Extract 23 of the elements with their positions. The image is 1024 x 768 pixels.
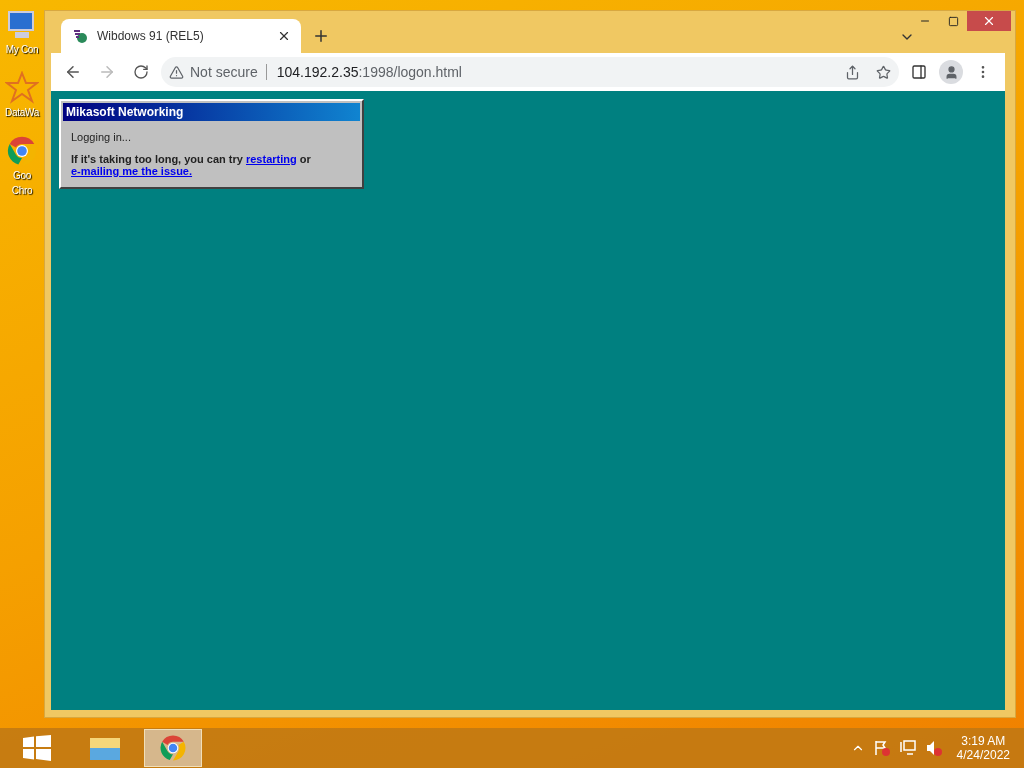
restart-link[interactable]: restarting <box>245 153 297 165</box>
windows-logo-icon <box>23 735 51 761</box>
chrome-icon <box>158 733 188 763</box>
network-icon[interactable] <box>898 739 917 757</box>
warning-icon <box>169 64 184 80</box>
email-link[interactable]: e-mailing me the issue. <box>71 165 193 177</box>
flag-icon[interactable] <box>872 739 891 757</box>
status-text: Logging in... <box>71 131 132 143</box>
security-label: Not secure <box>190 64 267 80</box>
browser-tab[interactable]: Wibdows 91 (REL5) <box>61 19 301 53</box>
speaker-icon[interactable] <box>924 739 943 757</box>
dialog-title: Mikasoft Networking <box>63 103 360 121</box>
chrome-taskbar-button[interactable] <box>144 729 202 767</box>
profile-icon[interactable] <box>939 60 963 84</box>
share-icon[interactable] <box>845 64 860 80</box>
help-message: If it's taking too long, you can try restarting or e-mailing me the issue. <box>71 153 312 177</box>
starburst-icon <box>5 71 39 105</box>
close-icon <box>982 14 996 28</box>
clock[interactable]: 3:19 AM 4/24/2022 <box>950 734 1016 762</box>
tab-title: Wibdows 91 (REL5) <box>97 29 205 43</box>
url-text: 104.192.2.35:1998/logon.html <box>275 64 463 80</box>
star-icon[interactable] <box>876 64 891 80</box>
address-bar[interactable]: Not secure 104.192.2.35:1998/logon.html <box>161 57 899 87</box>
